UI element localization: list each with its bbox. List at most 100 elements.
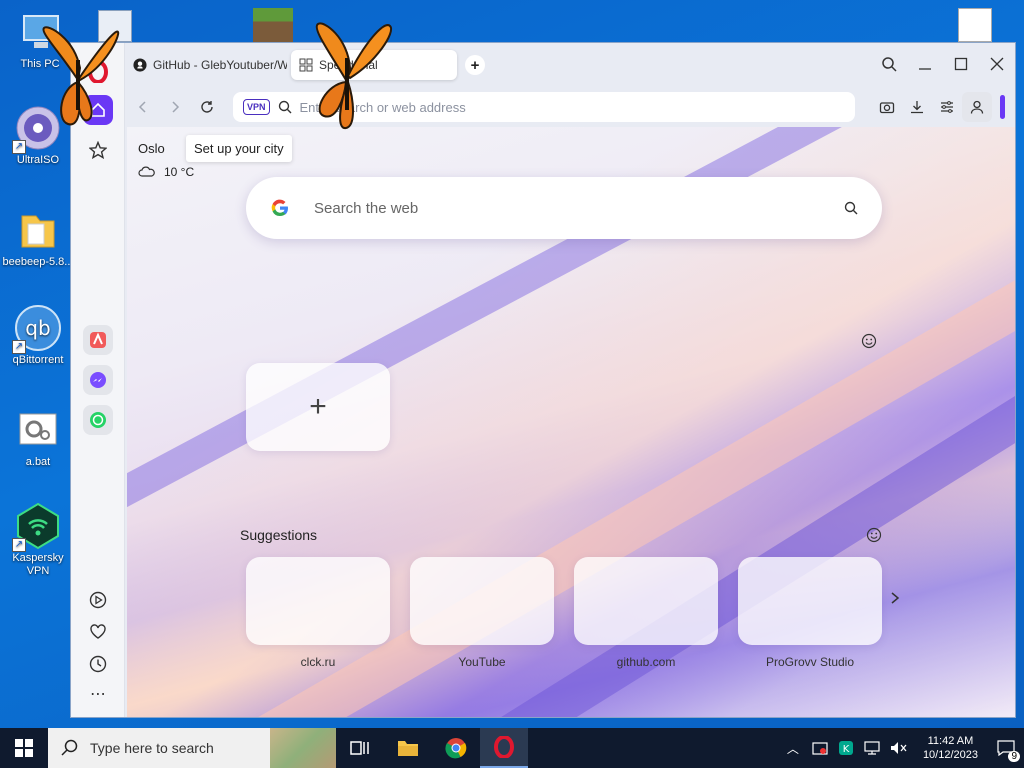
whatsapp-button[interactable]	[83, 405, 113, 435]
chevron-right-icon[interactable]	[889, 591, 901, 605]
star-icon	[89, 141, 107, 159]
smiley-icon[interactable]	[861, 333, 877, 349]
chevron-left-icon	[138, 101, 146, 113]
desktop-icon-kaspersky-vpn[interactable]: ↗ Kaspersky VPN	[0, 502, 76, 578]
speed-dial-page: Oslo Set up your city 10 °C Search the w…	[127, 127, 1015, 717]
clock[interactable]: 11:42 AM 10/12/2023	[923, 734, 978, 762]
smiley-icon[interactable]	[866, 527, 882, 543]
maximize-button[interactable]	[943, 49, 979, 79]
chrome-icon	[445, 738, 467, 759]
address-tools	[872, 92, 1005, 122]
search-highlight-image	[270, 728, 336, 768]
search-placeholder: Search the web	[314, 199, 419, 217]
player-button[interactable]	[83, 585, 113, 615]
minimize-button[interactable]	[907, 49, 943, 79]
butterfly-icon	[315, 22, 393, 129]
web-search-box[interactable]: Search the web	[246, 177, 882, 239]
back-button[interactable]	[127, 91, 159, 123]
task-view-icon	[350, 741, 369, 755]
download-icon	[911, 101, 923, 114]
batch-file-icon	[14, 406, 62, 454]
settings-sliders-icon	[941, 101, 953, 113]
bookmarks-button[interactable]	[83, 135, 113, 165]
kaspersky-vpn-icon: ↗	[12, 502, 62, 552]
window-controls	[871, 49, 1015, 79]
suggestion-tile[interactable]	[738, 557, 882, 645]
history-button[interactable]	[83, 649, 113, 679]
snapshot-button[interactable]	[872, 92, 902, 122]
whatsapp-icon	[90, 412, 106, 428]
suggestion-tile[interactable]	[574, 557, 718, 645]
vpn-badge[interactable]: VPN	[243, 99, 270, 115]
tab-strip: GitHub - GlebYoutuber/W... Speed Dial +	[125, 43, 1015, 87]
profile-button[interactable]	[962, 92, 992, 122]
desktop-icon-a-bat[interactable]: a.bat	[0, 406, 76, 469]
chrome-button[interactable]	[432, 728, 480, 768]
minimize-icon	[919, 68, 931, 70]
pinboards-button[interactable]	[83, 617, 113, 647]
reload-icon	[201, 101, 213, 113]
downloads-button[interactable]	[902, 92, 932, 122]
forward-button[interactable]	[159, 91, 191, 123]
suggestion-label[interactable]: github.com	[574, 655, 718, 669]
folder-icon	[14, 206, 62, 254]
desktop-icon-beebeep[interactable]: beebeep-5.8...	[0, 206, 76, 269]
volume-muted-icon[interactable]	[890, 740, 908, 756]
task-view-button[interactable]	[336, 728, 384, 768]
more-icon[interactable]: ⋯	[83, 679, 113, 709]
new-tab-button[interactable]: +	[465, 55, 485, 75]
taskbar-search[interactable]: Type here to search	[48, 728, 336, 768]
network-icon[interactable]	[864, 740, 880, 756]
search-icon[interactable]	[844, 201, 858, 215]
file-explorer-button[interactable]	[384, 728, 432, 768]
suggestion-label[interactable]: YouTube	[410, 655, 554, 669]
browser-sidebar: ⋯	[71, 43, 125, 717]
close-button[interactable]	[979, 49, 1015, 79]
chevron-up-icon[interactable]: ︿	[787, 740, 799, 757]
desktop-icon-label: UltraISO	[16, 154, 60, 166]
notifications-button[interactable]: 9	[988, 728, 1024, 768]
clock-time: 11:42 AM	[927, 735, 974, 747]
browser-window: ⋯ GitHub - GlebYoutuber/W... Speed Dial …	[70, 42, 1016, 718]
reload-button[interactable]	[191, 91, 223, 123]
aria-icon	[90, 332, 106, 348]
maximize-icon	[954, 57, 968, 71]
easy-setup-button[interactable]	[932, 92, 962, 122]
taskbar-search-placeholder: Type here to search	[90, 740, 214, 756]
suggestion-label[interactable]: ProGrovv Studio	[738, 655, 882, 669]
qbittorrent-icon: qb ↗	[12, 304, 62, 354]
suggestion-tile[interactable]	[410, 557, 554, 645]
user-icon	[970, 100, 984, 114]
desktop-icon-qbittorrent[interactable]: qb ↗ qBittorrent	[0, 304, 76, 367]
suggestion-label[interactable]: clck.ru	[246, 655, 390, 669]
weather-city[interactable]: Oslo	[138, 141, 165, 156]
chevron-right-icon	[172, 101, 180, 113]
shortcut-arrow-icon: ↗	[12, 340, 26, 354]
add-speed-dial-button[interactable]: +	[246, 363, 390, 451]
kaspersky-icon[interactable]: K	[838, 740, 854, 756]
tab-search-button[interactable]	[871, 49, 907, 79]
search-icon	[882, 57, 897, 72]
plus-icon: +	[309, 390, 327, 423]
windows-icon	[15, 739, 33, 757]
accent-indicator	[1000, 95, 1005, 119]
suggestion-tile[interactable]	[246, 557, 390, 645]
messenger-icon	[90, 372, 106, 388]
aria-ai-button[interactable]	[83, 325, 113, 355]
messenger-button[interactable]	[83, 365, 113, 395]
start-button[interactable]	[0, 728, 48, 768]
security-icon[interactable]	[812, 740, 828, 756]
minecraft-icon[interactable]	[253, 8, 293, 42]
address-bar: VPN Enter search or web address	[127, 89, 1009, 125]
shortcut-arrow-icon: ↗	[12, 140, 26, 154]
desktop-icon-label: Kaspersky VPN	[12, 552, 64, 577]
opera-button[interactable]	[480, 728, 528, 768]
tab-github[interactable]: GitHub - GlebYoutuber/W...	[125, 50, 287, 80]
svg-text:qb: qb	[25, 316, 50, 340]
weather-temperature[interactable]: 10 °C	[138, 165, 194, 179]
clock-date: 10/12/2023	[922, 749, 978, 761]
clock-icon	[89, 655, 107, 673]
opera-icon	[494, 736, 514, 758]
temperature-value: 10 °C	[164, 165, 195, 179]
text-file-icon[interactable]	[958, 8, 992, 42]
